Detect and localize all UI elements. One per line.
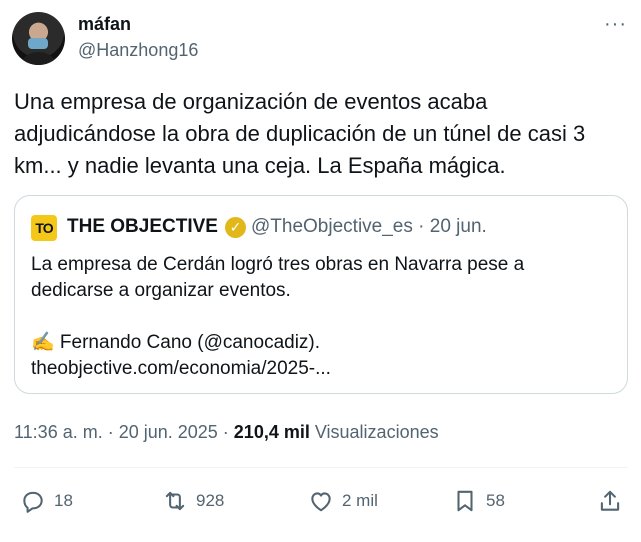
tweet-text: Una empresa de organización de eventos a… xyxy=(14,89,586,178)
action-bar: 18 928 2 mil 58 xyxy=(0,483,641,519)
like-icon xyxy=(311,492,331,512)
bookmark-count: 58 xyxy=(486,491,505,510)
author-name[interactable]: máfan xyxy=(78,14,131,35)
like-button[interactable]: 2 mil xyxy=(308,483,378,519)
timestamp[interactable]: 11:36 a. m. · 20 jun. 2025 · xyxy=(14,422,234,442)
divider xyxy=(14,467,628,468)
reply-button[interactable]: 18 xyxy=(20,483,73,519)
retweet-count: 928 xyxy=(196,491,225,510)
like-count: 2 mil xyxy=(342,491,378,510)
avatar[interactable] xyxy=(12,12,65,65)
reply-count: 18 xyxy=(54,491,73,510)
views-count: 210,4 mil xyxy=(233,422,310,442)
author-handle[interactable]: @Hanzhong16 xyxy=(78,40,198,61)
retweet-button[interactable]: 928 xyxy=(162,483,224,519)
verified-icon: ✓ xyxy=(225,217,246,238)
share-icon xyxy=(600,490,620,511)
avatar-mask-detail xyxy=(28,38,48,49)
quoted-tweet[interactable]: TO THE OBJECTIVE ✓ @TheObjective_es · 20… xyxy=(14,195,628,394)
quoted-account-logo: TO xyxy=(31,215,57,241)
quoted-account-name[interactable]: THE OBJECTIVE xyxy=(67,216,218,238)
more-icon[interactable]: ··· xyxy=(604,14,627,34)
views-label: Visualizaciones xyxy=(309,422,439,442)
quoted-handle-date: @TheObjective_es · 20 jun. xyxy=(251,216,487,237)
avatar-shirt-detail xyxy=(18,52,59,65)
share-button[interactable] xyxy=(597,483,623,519)
bookmark-icon xyxy=(457,490,473,512)
reply-icon xyxy=(23,491,43,513)
retweet-icon xyxy=(165,491,185,511)
bookmark-button[interactable]: 58 xyxy=(452,483,505,519)
tweet-meta: 11:36 a. m. · 20 jun. 2025 · 210,4 mil V… xyxy=(14,422,439,443)
quoted-text: La empresa de Cerdán logró tres obras en… xyxy=(31,254,525,379)
